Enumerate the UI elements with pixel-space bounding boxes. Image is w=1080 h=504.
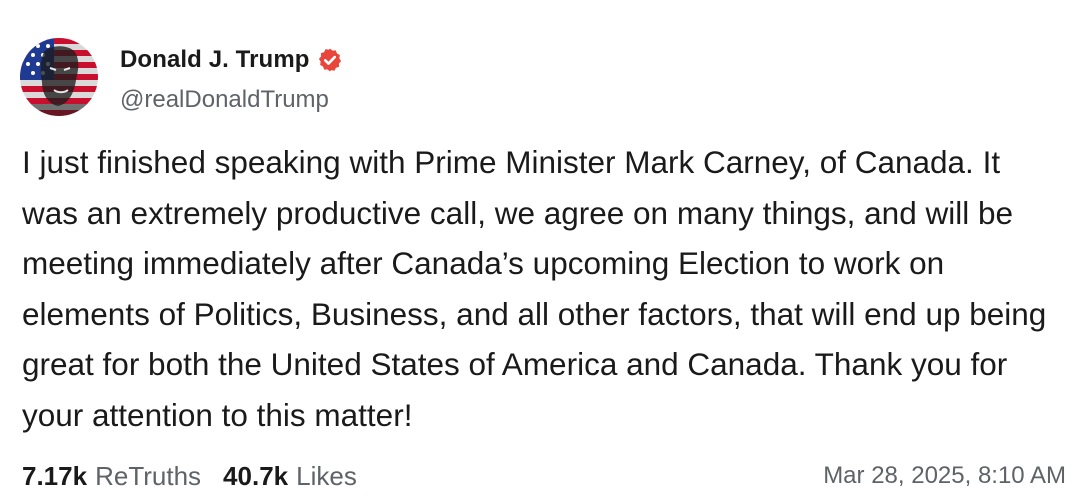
verified-badge-icon — [317, 47, 343, 73]
author-handle[interactable]: @realDonaldTrump — [120, 86, 329, 114]
retruths-label: ReTruths — [95, 460, 202, 491]
author-row: Donald J. Trump — [120, 44, 343, 76]
avatar-image — [20, 38, 98, 116]
post-timestamp[interactable]: Mar 28, 2025, 8:10 AM — [823, 458, 1066, 494]
retruths-stat[interactable]: 7.17k ReTruths — [22, 461, 201, 492]
retruths-count: 7.17k — [22, 460, 88, 491]
profile-avatar[interactable] — [20, 38, 98, 116]
post-stats: 7.17k ReTruths 40.7k Likes — [22, 458, 379, 494]
author-display-name[interactable]: Donald J. Trump — [120, 46, 310, 74]
post-card: Donald J. Trump @realDonaldTrump I just … — [0, 0, 1080, 504]
likes-stat[interactable]: 40.7k Likes — [223, 461, 357, 492]
likes-label: Likes — [296, 460, 357, 491]
post-text: I just finished speaking with Prime Mini… — [22, 144, 1047, 433]
likes-count: 40.7k — [223, 460, 289, 491]
